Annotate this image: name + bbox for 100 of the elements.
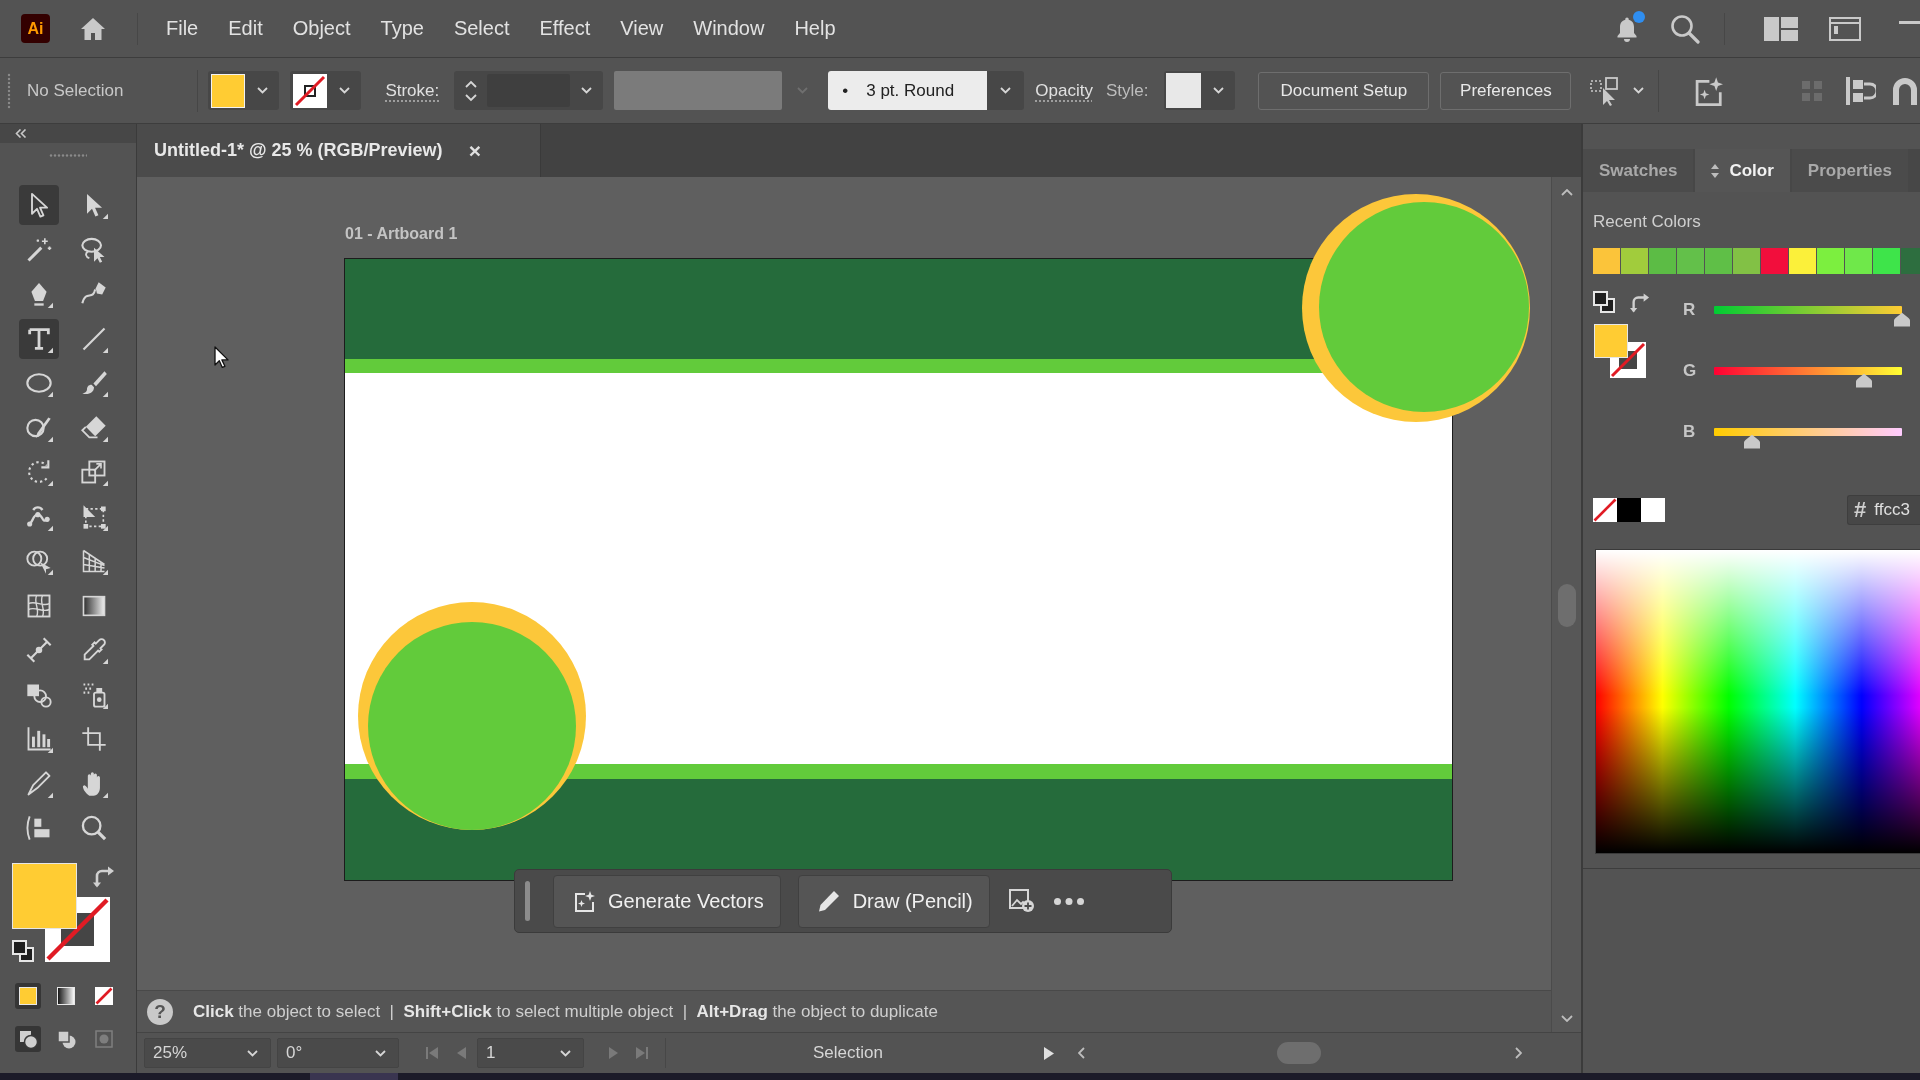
hand-icon bbox=[80, 769, 108, 798]
style-swatch[interactable] bbox=[1166, 73, 1202, 108]
chevron-up-icon[interactable] bbox=[1560, 189, 1573, 196]
color-swatch[interactable] bbox=[1593, 248, 1620, 274]
generate-vectors-button[interactable]: Generate Vectors bbox=[553, 874, 781, 928]
chevron-down-icon[interactable] bbox=[1560, 1015, 1573, 1022]
perspective-grid-icon bbox=[80, 547, 108, 575]
grip-icon bbox=[7, 72, 11, 109]
color-swatch[interactable] bbox=[1761, 248, 1788, 274]
color-swatch[interactable] bbox=[1621, 248, 1648, 274]
color-swatch[interactable] bbox=[1705, 248, 1732, 274]
document-tab[interactable]: Untitled-1* @ 25 % (RGB/Preview) × bbox=[137, 124, 541, 177]
image-add-icon[interactable] bbox=[1008, 889, 1035, 913]
color-swatch[interactable] bbox=[1845, 248, 1872, 274]
zoom-dropdown[interactable]: 25% bbox=[144, 1038, 271, 1068]
workspace-layout-icon[interactable] bbox=[1764, 16, 1798, 41]
color-swatch[interactable] bbox=[1789, 248, 1816, 274]
menu-item[interactable]: Help bbox=[779, 11, 851, 46]
color-swatch[interactable] bbox=[1641, 498, 1665, 522]
color-swatch[interactable] bbox=[1617, 498, 1641, 522]
caret-icon bbox=[375, 1049, 386, 1057]
menu-item[interactable]: Select bbox=[438, 11, 525, 46]
color-swatch[interactable] bbox=[1873, 248, 1900, 274]
stepper-icon[interactable] bbox=[464, 78, 477, 103]
rotation-dropdown[interactable]: 0° bbox=[277, 1038, 399, 1068]
menu-item[interactable]: Edit bbox=[213, 11, 278, 46]
menu-item[interactable]: File bbox=[151, 11, 214, 46]
menu-item[interactable]: Type bbox=[365, 11, 439, 46]
panel-tab[interactable]: Swatches bbox=[1583, 149, 1694, 192]
section-title: Recent Colors bbox=[1593, 212, 1702, 232]
color-swatch[interactable] bbox=[1649, 248, 1676, 274]
style-label: Style: bbox=[1105, 80, 1149, 101]
align-left-icon[interactable] bbox=[1846, 76, 1877, 105]
menu-item[interactable]: View bbox=[605, 11, 679, 46]
tool-button[interactable] bbox=[19, 318, 59, 359]
fill-swatch[interactable] bbox=[211, 73, 246, 108]
hint-text: Click the object to select | Shift+Click to select multiple object | Alt+Drag the object to duplicate bbox=[193, 1001, 938, 1022]
magic-wand-icon bbox=[25, 235, 53, 264]
paintbrush-icon bbox=[80, 369, 108, 397]
menu-item[interactable]: Effect bbox=[524, 11, 606, 46]
slider-thumb[interactable] bbox=[1893, 312, 1911, 327]
menu-item[interactable]: Object bbox=[277, 11, 366, 46]
slider-thumb[interactable] bbox=[1742, 434, 1761, 449]
gradient-icon bbox=[57, 987, 75, 1005]
stroke-swatch[interactable] bbox=[293, 73, 328, 108]
none-swatch[interactable] bbox=[1593, 498, 1617, 522]
draw-mode-button[interactable] bbox=[15, 1026, 41, 1052]
bell-icon[interactable] bbox=[1615, 15, 1639, 42]
help-button[interactable]: ? bbox=[147, 998, 173, 1025]
draw-normal-icon bbox=[18, 1029, 38, 1049]
panel-window-icon[interactable] bbox=[1829, 16, 1861, 41]
skip-start-icon[interactable] bbox=[426, 1047, 438, 1059]
document-setup-button[interactable]: Document Setup bbox=[1258, 71, 1430, 110]
close-button[interactable]: × bbox=[464, 138, 485, 163]
collapse-icon[interactable] bbox=[15, 129, 27, 138]
swatch-icon bbox=[19, 987, 37, 1005]
hex-field[interactable]: # ffcc3 bbox=[1847, 495, 1920, 525]
magnet-icon[interactable] bbox=[1892, 76, 1919, 105]
caret-icon[interactable] bbox=[1633, 87, 1645, 94]
brush-dropdown[interactable]: • 3 pt. Round bbox=[828, 71, 988, 110]
scrollbar-thumb[interactable] bbox=[1276, 1042, 1321, 1064]
default-colors-icon[interactable] bbox=[12, 940, 34, 962]
home-icon[interactable] bbox=[80, 16, 106, 41]
stroke-label[interactable]: Stroke: bbox=[385, 80, 440, 101]
fill-mode-button[interactable] bbox=[15, 983, 41, 1009]
color-swatch[interactable] bbox=[1677, 248, 1704, 274]
app-logo[interactable]: Ai bbox=[21, 14, 50, 43]
tool-button[interactable] bbox=[19, 185, 59, 225]
swap-arrows-icon[interactable] bbox=[1630, 293, 1650, 313]
triangle-right-icon[interactable] bbox=[1043, 1046, 1054, 1060]
preferences-button[interactable]: Preferences bbox=[1440, 71, 1572, 110]
color-swatch[interactable] bbox=[1733, 248, 1760, 274]
more-icon[interactable] bbox=[1053, 897, 1084, 905]
swap-arrows-icon[interactable] bbox=[93, 866, 115, 888]
color-spectrum[interactable] bbox=[1595, 549, 1920, 854]
opacity-label[interactable]: Opacity bbox=[1035, 80, 1093, 101]
menu-item[interactable]: Window bbox=[678, 11, 780, 46]
chevron-left-icon[interactable] bbox=[1077, 1047, 1085, 1059]
color-swatch[interactable] bbox=[1901, 248, 1920, 274]
slider-thumb[interactable] bbox=[1855, 373, 1874, 388]
grip-handle-icon[interactable] bbox=[525, 881, 530, 921]
fill-swatch[interactable] bbox=[1594, 324, 1628, 358]
caret-icon bbox=[560, 1049, 571, 1057]
knife-icon bbox=[25, 769, 53, 798]
draw-inside-icon bbox=[94, 1029, 114, 1049]
default-colors-icon[interactable] bbox=[1593, 291, 1615, 313]
draw-behind-icon bbox=[56, 1029, 76, 1049]
scrollbar-thumb[interactable] bbox=[1557, 584, 1576, 627]
chevron-right-icon[interactable] bbox=[1514, 1047, 1522, 1059]
draw-pencil-button[interactable]: Draw (Pencil) bbox=[797, 874, 990, 928]
pencil-icon bbox=[816, 889, 841, 913]
search-icon[interactable] bbox=[1670, 13, 1700, 44]
panel-tab[interactable]: Color bbox=[1695, 149, 1790, 192]
eraser-icon bbox=[80, 413, 108, 442]
artboard-number-field[interactable]: 1 bbox=[477, 1038, 584, 1068]
width-profile-field[interactable] bbox=[614, 71, 783, 110]
panel-tab[interactable]: Properties bbox=[1791, 149, 1908, 192]
color-swatch[interactable] bbox=[1817, 248, 1844, 274]
fill-swatch[interactable] bbox=[12, 863, 77, 929]
grip-icon bbox=[49, 153, 87, 158]
